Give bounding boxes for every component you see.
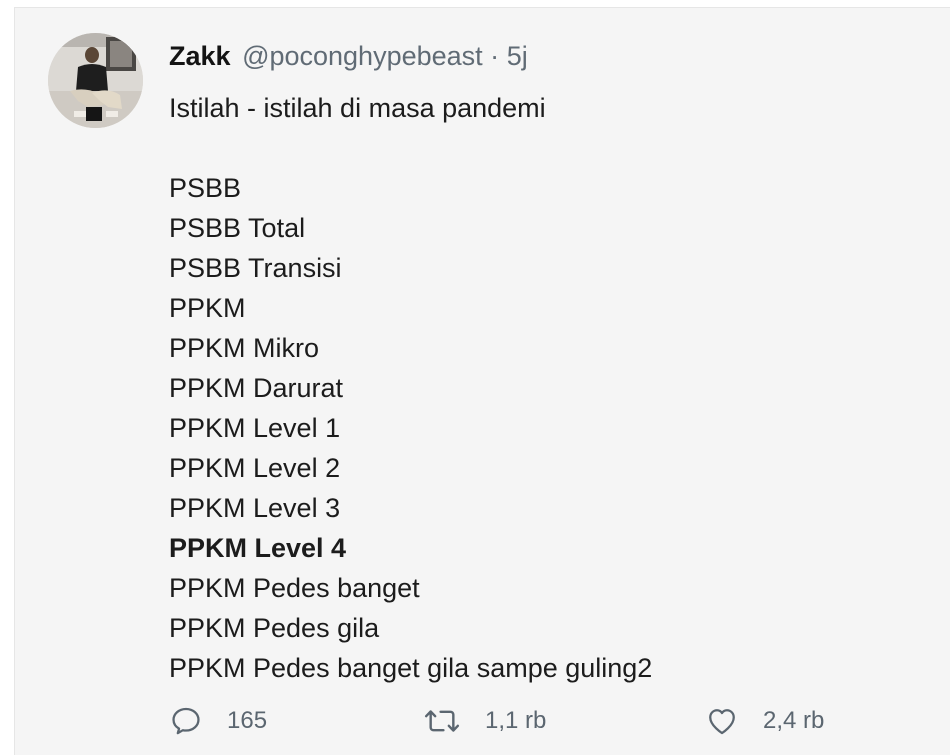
retweet-icon	[424, 710, 460, 732]
tweet-line: PSBB	[169, 173, 242, 203]
tweet-line: Istilah - istilah di masa pandemi	[169, 93, 546, 123]
heart-icon	[709, 709, 735, 735]
tweet-card[interactable]: Zakk @poconghypebeast · 5j Istilah - ist…	[14, 7, 950, 755]
retweet-button[interactable]: 1,1 rb	[423, 701, 546, 741]
avatar[interactable]	[48, 33, 143, 128]
reply-count: 165	[227, 707, 268, 734]
tweet-line: PPKM Darurat	[169, 373, 344, 403]
tweet-line-bold: PPKM Level 4	[169, 533, 347, 563]
page: Zakk @poconghypebeast · 5j Istilah - ist…	[0, 0, 950, 755]
tweet-text: Istilah - istilah di masa pandemi PSBB P…	[169, 88, 652, 688]
tweet-line: PSBB Transisi	[169, 253, 342, 283]
retweet-count: 1,1 rb	[485, 707, 547, 734]
tweet-line: PPKM Level 2	[169, 453, 341, 483]
tweet-line: PPKM	[169, 293, 246, 323]
like-count: 2,4 rb	[763, 707, 825, 734]
tweet-actions: 165 1,1 rb 2,4 rb	[169, 701, 929, 741]
user-handle[interactable]: @poconghypebeast	[242, 41, 483, 71]
tweet-line: PPKM Mikro	[169, 333, 320, 363]
display-name[interactable]: Zakk	[169, 41, 231, 71]
reply-button[interactable]: 165	[169, 701, 267, 741]
separator-dot: ·	[490, 41, 500, 71]
tweet-line: PPKM Pedes banget gila sampe guling2	[169, 653, 653, 683]
avatar-photo-icon	[48, 33, 143, 128]
tweet-line: PPKM Level 1	[169, 413, 341, 443]
timestamp[interactable]: 5j	[507, 41, 528, 71]
reply-icon	[172, 707, 200, 735]
tweet-line: PPKM Level 3	[169, 493, 341, 523]
tweet-line: PSBB Total	[169, 213, 306, 243]
tweet-line: PPKM Pedes banget	[169, 573, 420, 603]
tweet-line: PPKM Pedes gila	[169, 613, 380, 643]
tweet-header: Zakk @poconghypebeast · 5j	[169, 38, 528, 74]
like-button[interactable]: 2,4 rb	[705, 701, 824, 741]
